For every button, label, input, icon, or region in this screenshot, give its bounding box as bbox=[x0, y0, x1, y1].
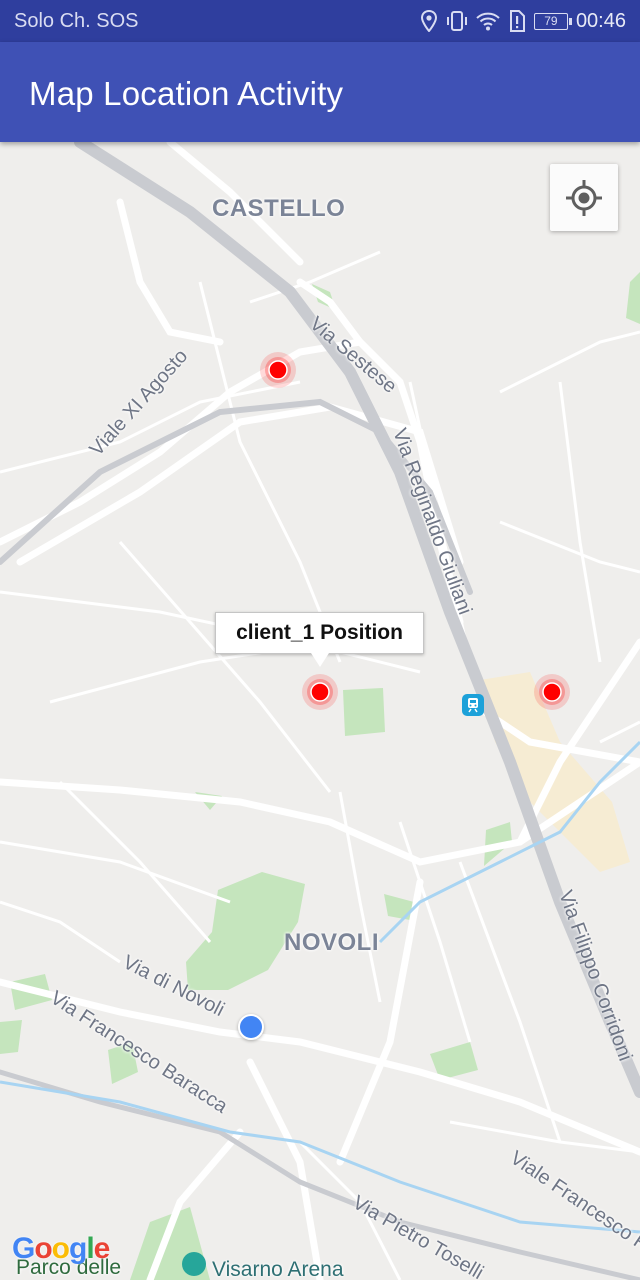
district-label: NOVOLI bbox=[284, 929, 380, 956]
map-marker[interactable] bbox=[300, 672, 340, 712]
marker-info-window[interactable]: client_1 Position bbox=[215, 612, 424, 654]
my-location-dot bbox=[238, 1014, 264, 1040]
poi-label: Visarno Arena bbox=[212, 1258, 344, 1280]
status-bar: Solo Ch. SOS 79 00:46 bbox=[0, 0, 640, 42]
vibrate-icon bbox=[446, 10, 468, 32]
map-marker[interactable] bbox=[258, 350, 298, 390]
app-bar: Map Location Activity bbox=[0, 42, 640, 142]
status-icons: 79 00:46 bbox=[420, 10, 626, 33]
app-title: Map Location Activity bbox=[29, 75, 344, 112]
clock: 00:46 bbox=[575, 9, 626, 32]
google-logo: Google bbox=[12, 1232, 110, 1265]
theater-icon bbox=[182, 1252, 206, 1276]
info-window-tail bbox=[311, 653, 329, 667]
carrier-label: Solo Ch. SOS bbox=[14, 9, 139, 32]
alert-icon bbox=[508, 10, 526, 32]
crosshair-icon bbox=[566, 179, 602, 216]
train-station-icon[interactable] bbox=[462, 694, 484, 716]
battery-icon: 79 bbox=[533, 12, 572, 30]
location-icon bbox=[420, 10, 438, 32]
map-marker[interactable] bbox=[532, 672, 572, 712]
map-view[interactable]: CASTELLO NOVOLI Via Sestese Viale XI Ago… bbox=[0, 142, 640, 1280]
my-location-button[interactable] bbox=[550, 164, 618, 231]
wifi-icon bbox=[476, 11, 500, 31]
district-label: CASTELLO bbox=[212, 195, 346, 222]
